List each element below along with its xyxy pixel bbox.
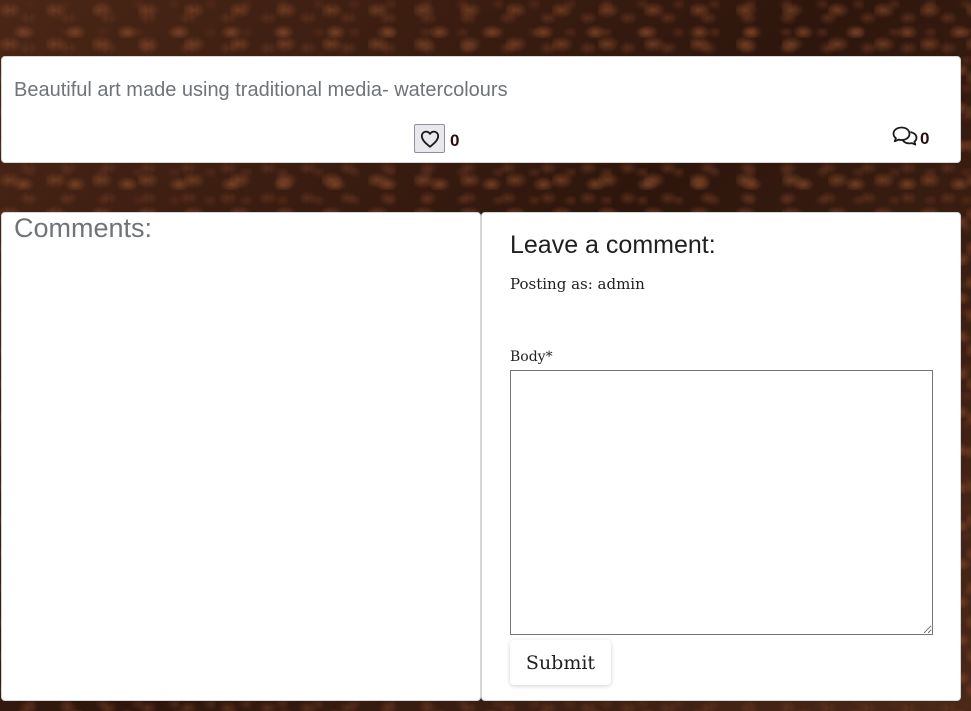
- comment-body-input[interactable]: [510, 370, 933, 635]
- comment-form-card: Leave a comment: Posting as: admin Body*…: [481, 212, 961, 701]
- speech-bubbles-icon: [892, 125, 918, 149]
- heart-outline-icon: [420, 130, 439, 148]
- like-button[interactable]: [414, 124, 445, 153]
- post-summary-card: Beautiful art made using traditional med…: [1, 56, 961, 163]
- posting-as-text: Posting as: admin: [510, 275, 645, 293]
- comment-count: 0: [920, 129, 930, 148]
- submit-button[interactable]: Submit: [510, 640, 611, 685]
- like-count: 0: [450, 131, 460, 150]
- comments-card: Comments:: [1, 212, 481, 701]
- comments-heading: Comments:: [14, 213, 153, 243]
- comment-form-heading: Leave a comment:: [510, 231, 716, 259]
- body-label: Body*: [510, 349, 553, 365]
- post-excerpt: Beautiful art made using traditional med…: [14, 79, 508, 101]
